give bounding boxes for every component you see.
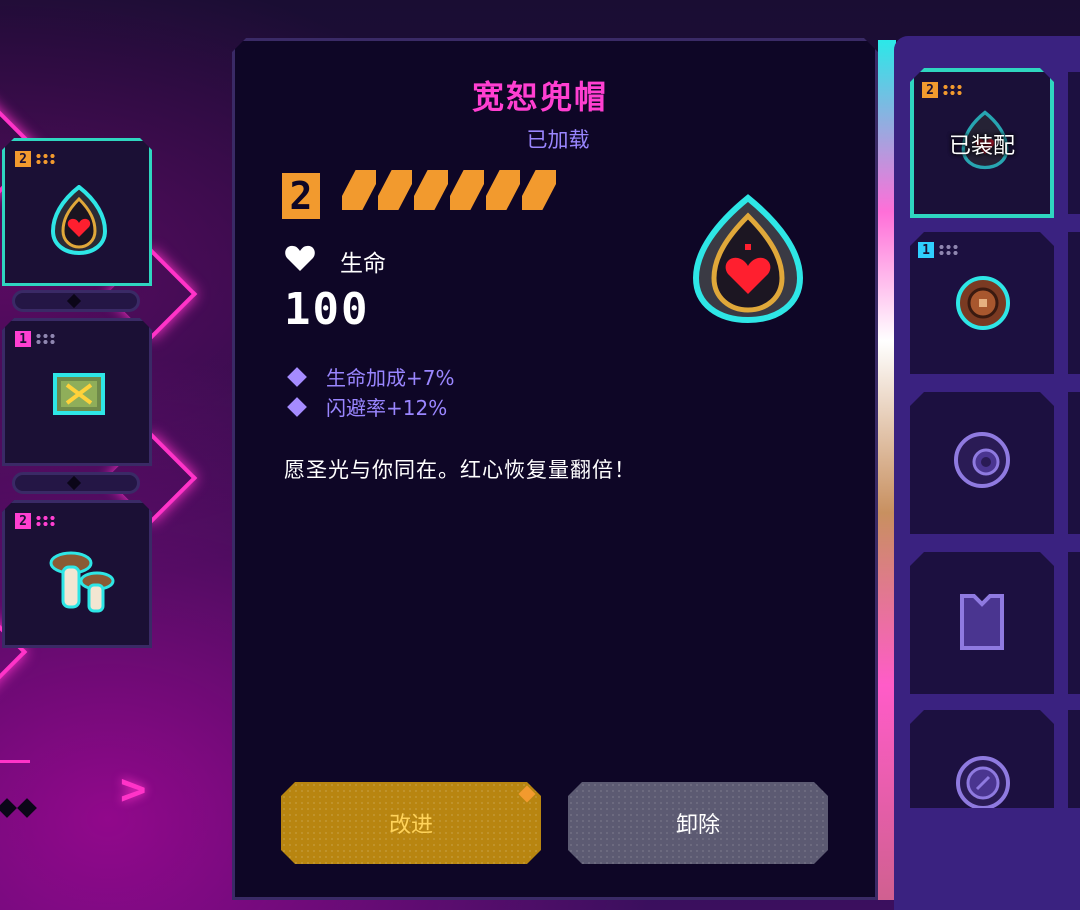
stat-label: 生命: [340, 251, 386, 277]
upgrade-level-stars: [342, 170, 556, 210]
unequip-button[interactable]: 卸除: [568, 782, 828, 864]
left-slot-map[interactable]: 1: [2, 318, 152, 466]
heart-hood-icon: [692, 194, 804, 324]
slot-connector: [12, 472, 140, 494]
tier-dots-icon: [35, 153, 57, 165]
decor-dots: [0, 798, 40, 819]
tier-dots-icon: [35, 515, 57, 527]
tier-badge: 1: [15, 331, 31, 347]
diamond-bullet-icon: [287, 366, 307, 387]
inventory-slot-partial: [1068, 72, 1080, 214]
tier-badge: 1: [918, 242, 934, 258]
unequip-button-label: 卸除: [675, 813, 720, 838]
upgrade-button-label: 改进: [388, 813, 433, 838]
tier-dots-icon: [942, 84, 964, 96]
inventory-slot-equipped[interactable]: 2 已装配: [910, 68, 1054, 218]
tier-badge: 2: [922, 82, 938, 98]
left-slot-hood[interactable]: 2: [2, 138, 152, 286]
chevron-right-icon: >: [120, 764, 147, 815]
upgrade-pip-icon: [378, 170, 412, 210]
upgrade-pip-icon: [414, 170, 448, 210]
upgrade-pip-icon: [342, 170, 376, 210]
locked-armor-icon: [960, 594, 1004, 650]
locked-orb-icon: [954, 432, 1010, 488]
bonus-text: 生命加成+7%: [326, 366, 455, 390]
tier-dots-icon: [35, 333, 57, 345]
locked-coin-icon: [956, 756, 1010, 810]
slot-connector: [12, 290, 140, 312]
upgrade-button[interactable]: 改进: [281, 782, 541, 864]
mushroom-icon: [49, 551, 115, 613]
inventory-slot[interactable]: [910, 392, 1054, 534]
item-description: 愿圣光与你同在。红心恢复量翻倍！: [284, 458, 636, 482]
upgrade-pip-icon: [450, 170, 484, 210]
upgrade-pip-icon: [522, 170, 556, 210]
equipped-label: 已装配: [948, 134, 1015, 159]
heart-hood-icon: [50, 185, 108, 255]
bonus-row: 闪避率+12%: [287, 392, 448, 421]
stat-value: 100: [284, 284, 370, 335]
heart-icon: [285, 245, 315, 271]
inventory-slot[interactable]: [910, 552, 1054, 694]
map-scroll-icon: [53, 373, 105, 415]
inventory-footer: [894, 808, 1080, 910]
bonus-text: 闪避率+12%: [326, 396, 448, 420]
bonus-row: 生命加成+7%: [287, 362, 455, 391]
decor-line: [0, 760, 30, 763]
shield-icon: [956, 276, 1010, 330]
upgrade-available-icon: [518, 785, 536, 803]
inventory-slot-partial: [1068, 392, 1080, 534]
tier-badge-large: 2: [282, 173, 320, 219]
inventory-slot-partial: [1068, 552, 1080, 694]
upgrade-pip-icon: [486, 170, 520, 210]
left-slot-mushroom[interactable]: 2: [2, 500, 152, 648]
inventory-slot[interactable]: 1: [910, 232, 1054, 374]
tier-dots-icon: [938, 244, 960, 256]
diamond-bullet-icon: [287, 396, 307, 417]
inventory-slot-partial: [1068, 232, 1080, 374]
tier-badge: 2: [15, 513, 31, 529]
